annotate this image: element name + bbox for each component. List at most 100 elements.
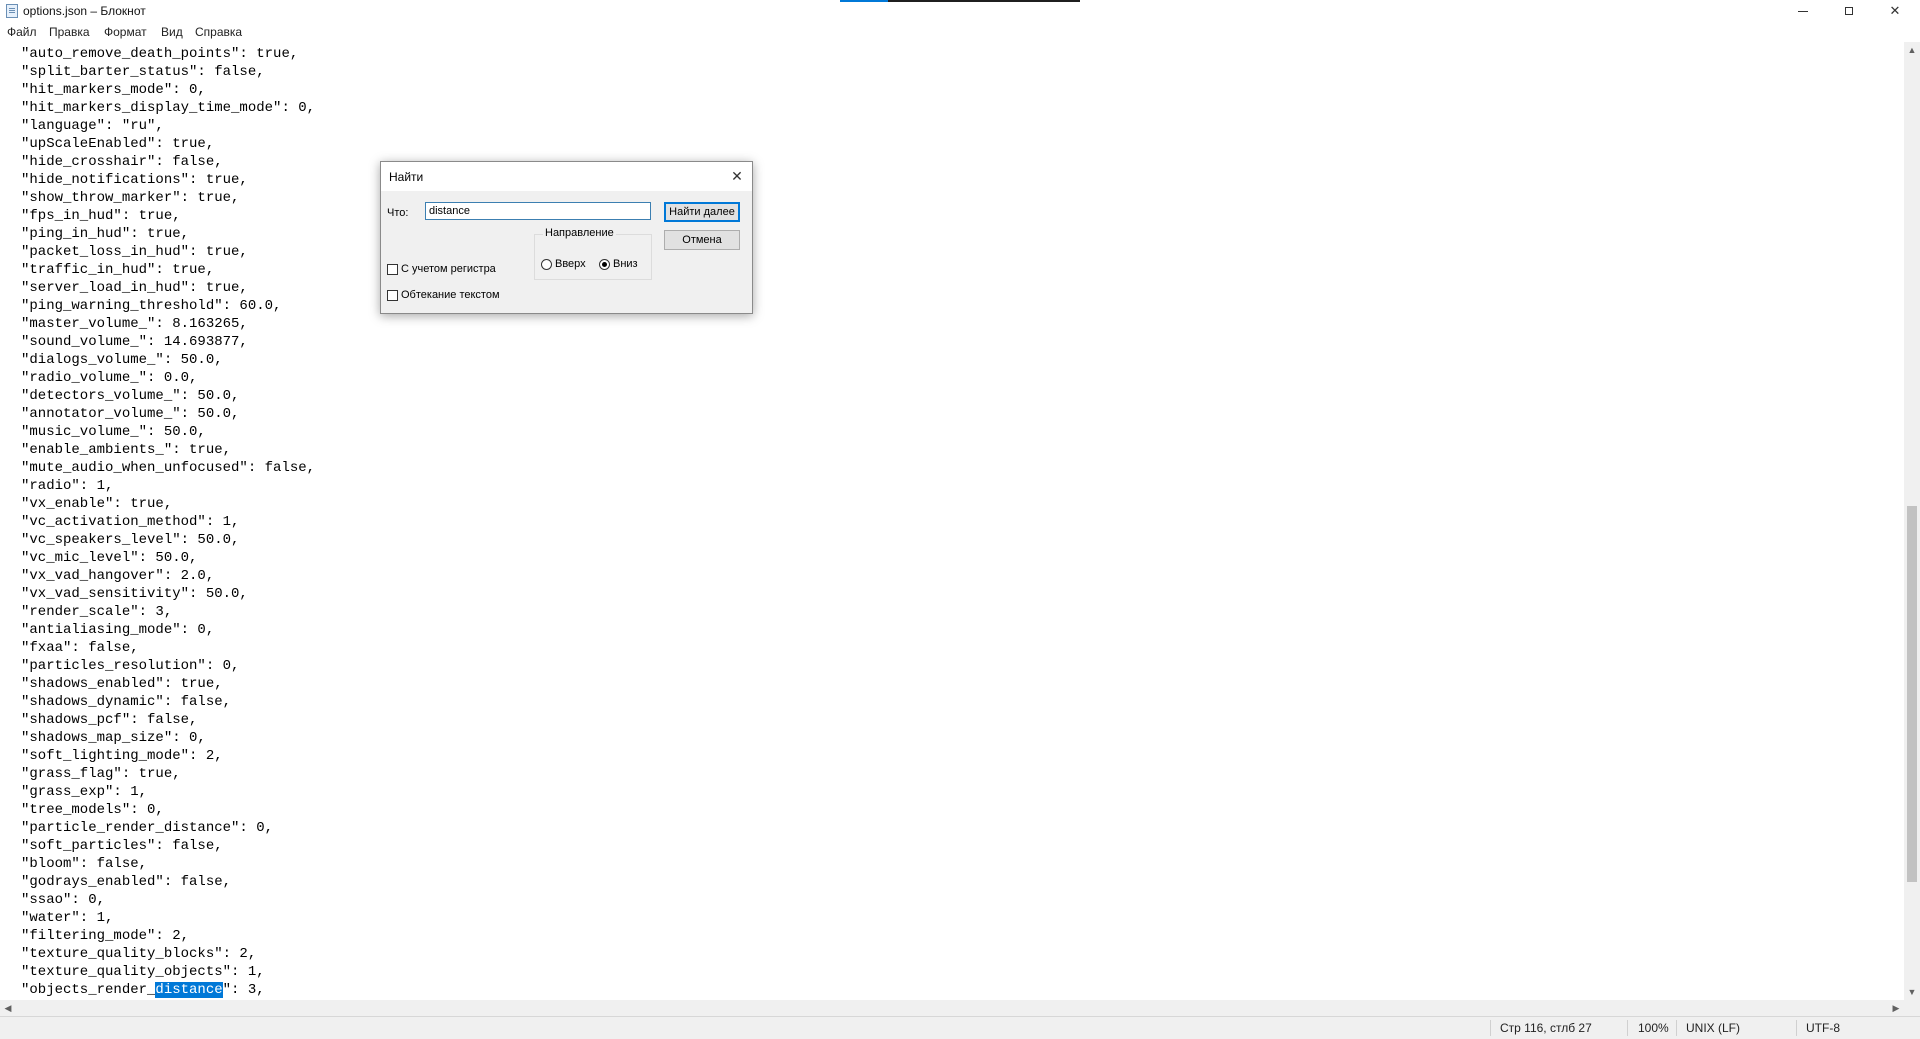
- radio-checked-icon[interactable]: [599, 258, 610, 270]
- code-line: "bloom": false,: [21, 856, 148, 872]
- code-line: "enable_ambients_": true,: [21, 442, 232, 458]
- direction-down-label: Вниз: [613, 258, 638, 270]
- code-line: "dialogs_volume_": 50.0,: [21, 352, 223, 368]
- code-line: "shadows_map_size": 0,: [21, 730, 206, 746]
- status-separator: [1490, 1020, 1491, 1036]
- code-line: "ping_warning_threshold": 60.0,: [21, 298, 282, 314]
- code-line: "antialiasing_mode": 0,: [21, 622, 215, 638]
- code-line: "vx_vad_hangover": 2.0,: [21, 568, 215, 584]
- find-input[interactable]: [425, 202, 651, 220]
- menu-edit[interactable]: Правка: [49, 25, 90, 39]
- checkbox-unchecked-icon[interactable]: [387, 289, 398, 301]
- find-what-label: Что:: [387, 207, 409, 219]
- text-editor[interactable]: "auto_remove_death_points": true, "split_…: [0, 42, 1904, 1000]
- code-line: "water": 1,: [21, 910, 114, 926]
- horizontal-scrollbar[interactable]: ◀ ▶: [0, 1000, 1904, 1016]
- minimize-button[interactable]: [1780, 0, 1826, 22]
- search-match-highlight: distance: [155, 982, 223, 998]
- code-line: "vc_speakers_level": 50.0,: [21, 532, 240, 548]
- match-case-checkbox[interactable]: С учетом регистра: [387, 263, 496, 275]
- status-bar: Стр 116, стлб 27 100% UNIX (LF) UTF-8: [0, 1016, 1920, 1039]
- code-line: "hide_crosshair": false,: [21, 154, 223, 170]
- menu-file[interactable]: Файл: [7, 25, 37, 39]
- code-line: "particle_render_distance": 0,: [21, 820, 274, 836]
- code-line: "mute_audio_when_unfocused": false,: [21, 460, 316, 476]
- find-next-button[interactable]: Найти далее: [664, 202, 740, 222]
- notepad-window: options.json – Блокнот Файл Правка Форма…: [0, 0, 1920, 1039]
- vertical-scroll-thumb[interactable]: [1907, 506, 1917, 882]
- code-line: "radio_volume_": 0.0,: [21, 370, 198, 386]
- menu-bar: Файл Правка Формат Вид Справка: [0, 22, 1920, 42]
- code-line: "godrays_enabled": false,: [21, 874, 232, 890]
- code-line: "texture_quality_blocks": 2,: [21, 946, 257, 962]
- status-separator: [1676, 1020, 1677, 1036]
- window-title: options.json – Блокнот: [23, 4, 146, 18]
- code-line: "sound_volume_": 14.693877,: [21, 334, 248, 350]
- code-line: "hit_markers_display_time_mode": 0,: [21, 100, 316, 116]
- code-line: "texture_quality_objects": 1,: [21, 964, 265, 980]
- status-line-endings: UNIX (LF): [1686, 1021, 1740, 1035]
- menu-view[interactable]: Вид: [161, 25, 183, 39]
- code-line: "hide_notifications": true,: [21, 172, 248, 188]
- code-line: "upScaleEnabled": true,: [21, 136, 215, 152]
- scroll-right-arrow-icon[interactable]: ▶: [1888, 1000, 1904, 1016]
- code-line-suffix: ": 3,: [222, 982, 265, 998]
- status-zoom: 100%: [1638, 1021, 1669, 1035]
- maximize-button[interactable]: [1826, 0, 1872, 22]
- code-line: "particles_resolution": 0,: [21, 658, 240, 674]
- scroll-left-arrow-icon[interactable]: ◀: [0, 1000, 16, 1016]
- find-dialog: Найти ✕ Что: Найти далее Отмена Направле…: [380, 161, 753, 314]
- code-line: "vx_enable": true,: [21, 496, 173, 512]
- direction-up-label: Вверх: [555, 258, 586, 270]
- vertical-scrollbar[interactable]: ▲ ▼: [1904, 42, 1920, 1000]
- code-line: "vc_mic_level": 50.0,: [21, 550, 198, 566]
- code-line: "hit_markers_mode": 0,: [21, 82, 206, 98]
- code-line: "traffic_in_hud": true,: [21, 262, 215, 278]
- status-separator: [1796, 1020, 1797, 1036]
- radio-unchecked-icon[interactable]: [541, 258, 552, 270]
- direction-group: Направление Вверх Вниз: [534, 227, 652, 280]
- code-line: "soft_particles": false,: [21, 838, 223, 854]
- code-line: "shadows_enabled": true,: [21, 676, 223, 692]
- code-line-current: "objects_render_distance": 3,: [21, 981, 315, 999]
- code-line: "shadows_dynamic": false,: [21, 694, 232, 710]
- direction-label: Направление: [543, 227, 616, 239]
- code-line: "soft_lighting_mode": 2,: [21, 748, 223, 764]
- code-line: "annotator_volume_": 50.0,: [21, 406, 240, 422]
- find-dialog-title-bar[interactable]: Найти ✕: [381, 162, 752, 191]
- close-button[interactable]: [1872, 0, 1918, 22]
- code-line: "ssao": 0,: [21, 892, 106, 908]
- menu-format[interactable]: Формат: [104, 25, 147, 39]
- menu-help[interactable]: Справка: [195, 25, 242, 39]
- notepad-icon: [6, 4, 18, 18]
- code-line: "music_volume_": 50.0,: [21, 424, 206, 440]
- code-line-prefix: "objects_render_: [21, 982, 156, 998]
- scroll-down-arrow-icon[interactable]: ▼: [1904, 984, 1920, 1000]
- code-line: "ping_in_hud": true,: [21, 226, 190, 242]
- code-line: "vc_activation_method": 1,: [21, 514, 240, 530]
- code-line: "fxaa": false,: [21, 640, 139, 656]
- wrap-around-label: Обтекание текстом: [401, 289, 500, 301]
- wrap-around-checkbox[interactable]: Обтекание текстом: [387, 289, 500, 301]
- checkbox-unchecked-icon[interactable]: [387, 263, 398, 275]
- title-accent-bar-blue: [840, 0, 888, 2]
- code-line: "render_scale": 3,: [21, 604, 173, 620]
- scroll-corner: [1904, 1000, 1920, 1016]
- cancel-button[interactable]: Отмена: [664, 230, 740, 250]
- code-line: "radio": 1,: [21, 478, 114, 494]
- status-separator: [1627, 1020, 1628, 1036]
- code-line: "tree_models": 0,: [21, 802, 164, 818]
- code-line: "language": "ru",: [21, 118, 164, 134]
- code-line: "auto_remove_death_points": true,: [21, 46, 299, 62]
- code-line: "vx_vad_sensitivity": 50.0,: [21, 586, 248, 602]
- title-bar: options.json – Блокнот: [0, 0, 1920, 22]
- direction-down-radio[interactable]: Вниз: [599, 258, 638, 270]
- scroll-up-arrow-icon[interactable]: ▲: [1904, 42, 1920, 58]
- code-line: "show_throw_marker": true,: [21, 190, 240, 206]
- direction-up-radio[interactable]: Вверх: [541, 258, 586, 270]
- code-line: "filtering_mode": 2,: [21, 928, 190, 944]
- editor-text[interactable]: "auto_remove_death_points": true, "split_…: [21, 45, 315, 999]
- code-line: "grass_exp": 1,: [21, 784, 148, 800]
- find-dialog-title: Найти: [389, 170, 424, 184]
- close-icon[interactable]: ✕: [726, 165, 748, 187]
